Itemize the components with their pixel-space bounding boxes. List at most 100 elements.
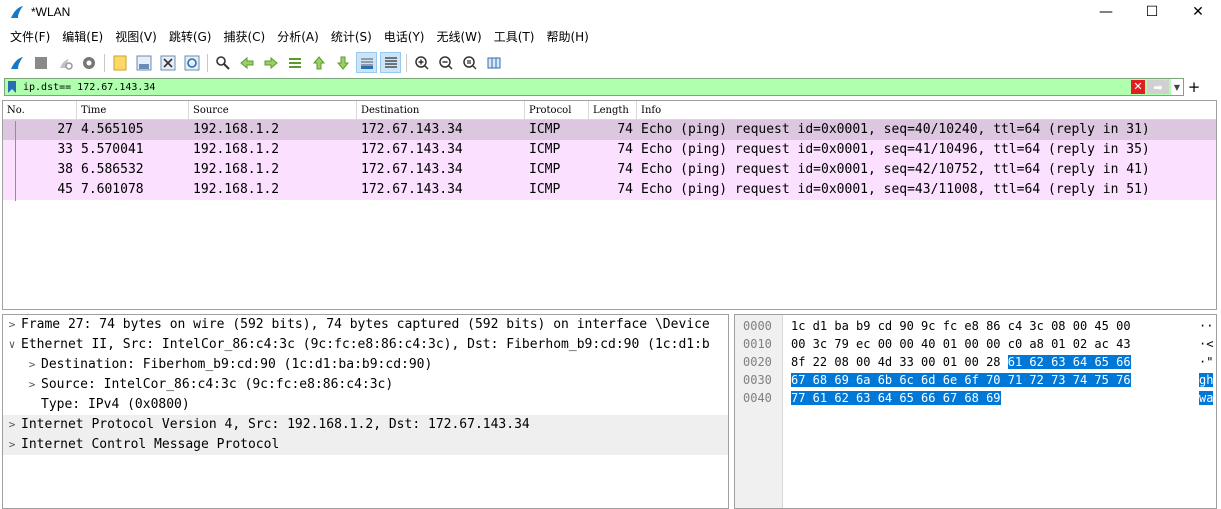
close-file-icon[interactable] (157, 52, 178, 73)
display-filter-input[interactable] (19, 79, 1131, 95)
packet-list: No. Time Source Destination Protocol Len… (2, 100, 1217, 310)
menu-wireless[interactable]: 无线(W) (431, 26, 488, 48)
normal-size-icon[interactable] (459, 52, 480, 73)
menu-statistics[interactable]: 统计(S) (325, 26, 378, 48)
chevron-right-icon[interactable]: > (23, 355, 41, 375)
go-forward-icon[interactable] (260, 52, 281, 73)
zoom-out-icon[interactable] (435, 52, 456, 73)
packet-row[interactable]: 38 6.586532 192.168.1.2 172.67.143.34 IC… (3, 160, 1216, 180)
column-info[interactable]: Info (637, 101, 1215, 119)
packet-protocol: ICMP (529, 162, 561, 177)
close-button[interactable]: ✕ (1175, 0, 1221, 24)
last-packet-icon[interactable] (332, 52, 353, 73)
toolbar-separator (406, 53, 407, 72)
detail-eth-destination[interactable]: > Destination: Fiberhom_b9:cd:90 (1c:d1:… (3, 355, 728, 375)
window-controls: — ☐ ✕ (1083, 0, 1221, 24)
detail-text: Source: IntelCor_86:c4:3c (9c:fc:e8:86:c… (41, 377, 394, 392)
byte-ascii: ·· (1199, 317, 1213, 335)
packet-source: 192.168.1.2 (193, 182, 280, 197)
packet-destination: 172.67.143.34 (361, 122, 463, 137)
column-destination[interactable]: Destination (357, 101, 525, 119)
detail-text: Frame 27: 74 bytes on wire (592 bits), 7… (21, 317, 710, 332)
menu-edit[interactable]: 编辑(E) (56, 26, 109, 48)
shark-fin-start-icon[interactable] (6, 52, 27, 73)
byte-offset: 0020 (743, 355, 772, 369)
packet-list-header: No. Time Source Destination Protocol Len… (3, 101, 1216, 120)
column-source[interactable]: Source (189, 101, 357, 119)
chevron-right-icon[interactable]: > (3, 415, 21, 435)
byte-offset: 0030 (743, 373, 772, 387)
capture-options-icon[interactable] (78, 52, 99, 73)
menu-help[interactable]: 帮助(H) (540, 26, 594, 48)
packet-row[interactable]: 45 7.601078 192.168.1.2 172.67.143.34 IC… (3, 180, 1216, 200)
chevron-right-icon[interactable]: > (23, 375, 41, 395)
column-protocol[interactable]: Protocol (525, 101, 589, 119)
menu-file[interactable]: 文件(F) (4, 26, 56, 48)
go-back-icon[interactable] (236, 52, 257, 73)
apply-filter-arrow-icon[interactable]: ➡ (1147, 80, 1169, 94)
byte-offset: 0040 (743, 391, 772, 405)
open-file-icon[interactable] (109, 52, 130, 73)
column-no[interactable]: No. (3, 101, 77, 119)
restart-icon[interactable] (54, 52, 75, 73)
minimize-button[interactable]: — (1083, 0, 1129, 24)
filter-dropdown-chevron-icon[interactable]: ▼ (1171, 79, 1183, 95)
clear-filter-icon[interactable]: ✕ (1131, 80, 1145, 94)
detail-eth-source[interactable]: > Source: IntelCor_86:c4:3c (9c:fc:e8:86… (3, 375, 728, 395)
packet-length: 74 (617, 182, 633, 197)
reload-icon[interactable] (181, 52, 202, 73)
first-packet-icon[interactable] (308, 52, 329, 73)
packet-protocol: ICMP (529, 142, 561, 157)
ascii-highlighted: wa (1199, 391, 1214, 405)
menu-capture[interactable]: 捕获(C) (217, 26, 271, 48)
hex-highlighted: 67 68 69 6a 6b 6c 6d 6e 6f 70 71 72 73 7… (791, 373, 1131, 387)
find-packet-icon[interactable] (212, 52, 233, 73)
menu-go[interactable]: 跳转(G) (163, 26, 218, 48)
detail-text: Type: IPv4 (0x0800) (41, 397, 190, 412)
chevron-right-icon[interactable]: > (3, 315, 21, 335)
colorize-icon[interactable] (380, 52, 401, 73)
detail-eth-type[interactable]: Type: IPv4 (0x0800) (3, 395, 728, 415)
chevron-right-icon[interactable]: > (3, 435, 21, 455)
packet-info: Echo (ping) request id=0x0001, seq=41/10… (641, 142, 1150, 157)
save-file-icon[interactable] (133, 52, 154, 73)
byte-ascii: gh (1199, 371, 1214, 389)
column-length[interactable]: Length (589, 101, 637, 119)
menu-analyze[interactable]: 分析(A) (271, 26, 325, 48)
packet-row[interactable]: 33 5.570041 192.168.1.2 172.67.143.34 IC… (3, 140, 1216, 160)
packet-time: 5.570041 (81, 142, 144, 157)
packet-info: Echo (ping) request id=0x0001, seq=43/11… (641, 182, 1150, 197)
chevron-down-icon[interactable]: ∨ (3, 335, 21, 355)
packet-source: 192.168.1.2 (193, 142, 280, 157)
packet-info: Echo (ping) request id=0x0001, seq=42/10… (641, 162, 1150, 177)
hex-highlighted: 61 62 63 64 65 66 (1007, 355, 1131, 369)
add-filter-button[interactable]: + (1186, 78, 1202, 96)
column-time[interactable]: Time (77, 101, 189, 119)
stop-square-icon[interactable] (30, 52, 51, 73)
wireshark-fin-icon (11, 6, 23, 18)
detail-icmp[interactable]: > Internet Control Message Protocol (3, 435, 728, 455)
ascii-plain: ·" (1199, 355, 1214, 369)
hex-plain: 00 3c 79 ec 00 00 40 01 00 00 c0 a8 01 0… (791, 337, 1131, 351)
detail-text: Internet Control Message Protocol (21, 437, 280, 452)
go-to-packet-icon[interactable] (284, 52, 305, 73)
menu-view[interactable]: 视图(V) (109, 26, 163, 48)
detail-ipv4[interactable]: > Internet Protocol Version 4, Src: 192.… (3, 415, 728, 435)
resize-columns-icon[interactable] (483, 52, 504, 73)
packet-time: 6.586532 (81, 162, 144, 177)
ascii-highlighted: gh (1199, 373, 1214, 387)
packet-length: 74 (617, 142, 633, 157)
packet-protocol: ICMP (529, 182, 561, 197)
menu-tools[interactable]: 工具(T) (488, 26, 541, 48)
packet-row[interactable]: 27 4.565105 192.168.1.2 172.67.143.34 IC… (3, 120, 1216, 140)
packet-details-pane: > Frame 27: 74 bytes on wire (592 bits),… (2, 314, 729, 509)
packet-time: 7.601078 (81, 182, 144, 197)
autoscroll-icon[interactable] (356, 52, 377, 73)
menu-telephony[interactable]: 电话(Y) (378, 26, 431, 48)
detail-ethernet[interactable]: ∨ Ethernet II, Src: IntelCor_86:c4:3c (9… (3, 335, 728, 355)
packet-protocol: ICMP (529, 122, 561, 137)
filter-bookmark-icon[interactable] (5, 79, 19, 95)
maximize-button[interactable]: ☐ (1129, 0, 1175, 24)
detail-frame[interactable]: > Frame 27: 74 bytes on wire (592 bits),… (3, 315, 728, 335)
zoom-in-icon[interactable] (411, 52, 432, 73)
